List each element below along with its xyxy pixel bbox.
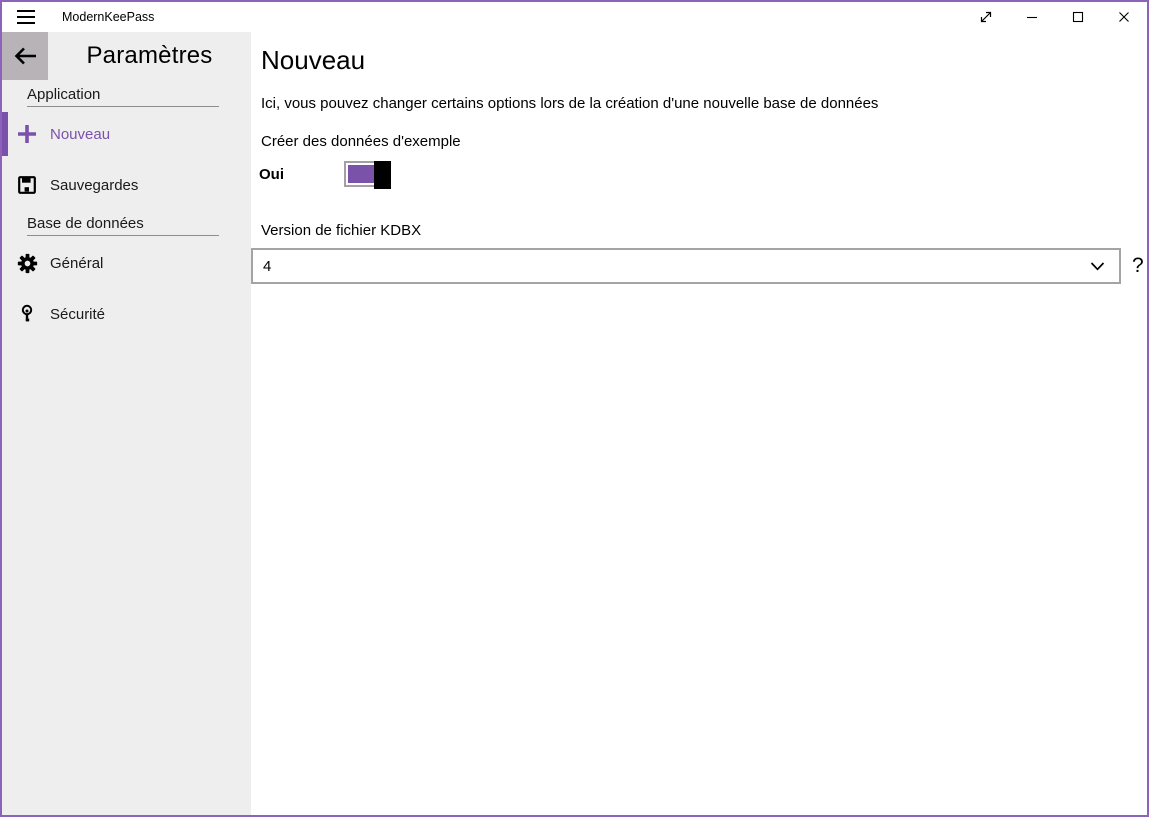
gear-icon	[16, 252, 38, 274]
app-body: Paramètres Application Nouveau	[2, 32, 1147, 815]
settings-sidebar: Paramètres Application Nouveau	[2, 32, 251, 815]
sample-data-label: Créer des données d'exemple	[261, 132, 1147, 152]
minimize-button[interactable]	[1009, 2, 1055, 32]
help-button[interactable]: ?	[1132, 254, 1144, 278]
hamburger-icon	[17, 10, 35, 24]
plus-icon	[16, 123, 38, 145]
sidebar-item-label: Sauvegardes	[50, 177, 138, 194]
kdbx-version-row: 4 ?	[251, 248, 1147, 284]
sidebar-item-label: Sécurité	[50, 306, 105, 323]
kdbx-version-value: 4	[263, 258, 1090, 275]
minimize-icon	[1024, 9, 1040, 25]
sidebar-item-general[interactable]: Général	[2, 239, 251, 287]
fullscreen-icon	[978, 9, 994, 25]
sidebar-item-label: Général	[50, 255, 103, 272]
sidebar-item-label: Nouveau	[50, 126, 110, 143]
fullscreen-button[interactable]	[963, 2, 1009, 32]
titlebar: ModernKeePass	[2, 2, 1147, 32]
key-icon	[16, 303, 38, 325]
maximize-button[interactable]	[1055, 2, 1101, 32]
sidebar-item-sauvegardes[interactable]: Sauvegardes	[2, 161, 251, 209]
toggle-knob[interactable]	[374, 161, 391, 189]
window-title: ModernKeePass	[62, 10, 963, 24]
settings-page-nouveau: Nouveau Ici, vous pouvez changer certain…	[251, 32, 1147, 815]
hamburger-menu-button[interactable]	[2, 2, 50, 32]
kdbx-version-select[interactable]: 4	[251, 248, 1121, 284]
sidebar-item-nouveau[interactable]: Nouveau	[2, 110, 251, 158]
sample-data-toggle-row: Oui	[259, 160, 1147, 188]
app-window: ModernKeePass	[0, 0, 1149, 817]
save-icon	[16, 174, 38, 196]
sidebar-title: Paramètres	[48, 32, 251, 80]
sidebar-item-securite[interactable]: Sécurité	[2, 290, 251, 338]
kdbx-version-label: Version de fichier KDBX	[261, 221, 1147, 241]
toggle-state-label: Oui	[259, 166, 344, 183]
back-arrow-icon	[12, 46, 38, 66]
close-icon	[1116, 9, 1132, 25]
maximize-icon	[1070, 9, 1086, 25]
chevron-down-icon	[1090, 262, 1105, 271]
page-title: Nouveau	[261, 43, 1147, 77]
section-header-application: Application	[27, 86, 219, 107]
close-button[interactable]	[1101, 2, 1147, 32]
back-button[interactable]	[2, 32, 48, 80]
section-header-base-de-donnees: Base de données	[27, 215, 219, 236]
page-description: Ici, vous pouvez changer certains option…	[261, 94, 1147, 114]
sample-data-toggle[interactable]	[344, 161, 388, 187]
